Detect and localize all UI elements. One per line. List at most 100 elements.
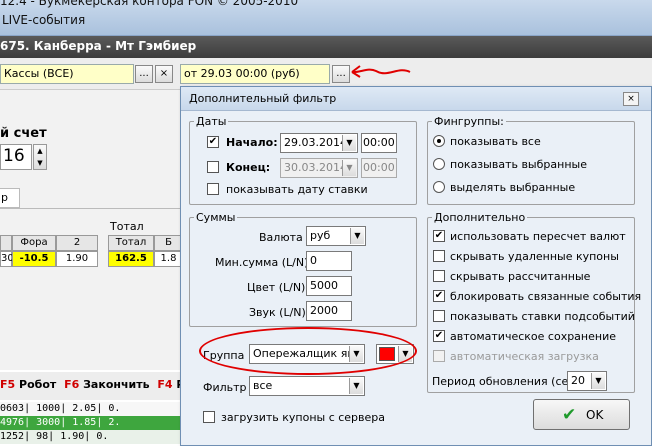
currency-value: руб xyxy=(310,229,331,242)
extra-checkbox-block-linked[interactable]: ✔ xyxy=(433,290,445,302)
min-sum-label: Мин.сумма (L/N) xyxy=(215,256,309,269)
extra-checkbox-hide-deleted[interactable] xyxy=(433,250,445,262)
dates-legend: Даты xyxy=(196,115,227,128)
start-date-value: 29.03.2014 xyxy=(284,136,347,149)
filter-value: все xyxy=(253,379,273,392)
grid-cell-odds[interactable]: 1.90 xyxy=(56,251,98,267)
start-date-field[interactable]: 29.03.2014 ▼ xyxy=(280,133,358,153)
fingroups-option-all: показывать все xyxy=(450,135,541,148)
extra-checkbox-autosave[interactable]: ✔ xyxy=(433,330,445,342)
end-date-field[interactable]: 30.03.2014 ▼ xyxy=(280,158,358,178)
ok-button[interactable]: ✔ OK xyxy=(533,399,630,430)
hotkey-f6-label[interactable]: Закончить xyxy=(83,378,149,391)
end-date-value: 30.03.2014 xyxy=(284,161,347,174)
sound-threshold-label: Звук (L/N) xyxy=(249,306,306,319)
extra-checkbox-currency-recalc[interactable]: ✔ xyxy=(433,230,445,242)
app-titlebar: 12.4 - Букмекерская контора FON © 2005-2… xyxy=(0,0,652,36)
fingroups-option-highlight: выделять выбранные xyxy=(450,181,576,194)
grid-cell[interactable]: 30 xyxy=(0,251,14,267)
extra-filter-dialog: Дополнительный фильтр × Даты ✔ Начало: 2… xyxy=(180,86,652,446)
start-date-checkbox[interactable]: ✔ xyxy=(207,136,219,148)
annotation-ellipse xyxy=(199,327,417,375)
hotkey-bar: F5 Робот F6 Закончить F4 Ра xyxy=(0,372,192,400)
account-value[interactable]: 16 xyxy=(0,144,32,170)
table-row[interactable]: 0603| 1000| 2.05| 0. xyxy=(0,402,183,416)
account-label: й счет xyxy=(0,126,47,141)
cashbox-clear-button[interactable]: × xyxy=(155,65,173,83)
extra-option-label: автоматическая загрузка xyxy=(450,350,599,363)
refresh-period-label: Период обновления (сек) xyxy=(432,375,580,388)
start-date-label: Начало: xyxy=(226,136,278,149)
grid-cell-total[interactable]: 162.5 xyxy=(108,251,154,267)
chevron-down-icon[interactable]: ▼ xyxy=(350,228,364,244)
hotkey-f5-label[interactable]: Робот xyxy=(19,378,56,391)
refresh-period-value: 20 xyxy=(571,374,585,387)
show-bet-date-checkbox[interactable] xyxy=(207,183,219,195)
bet-rows: 0603| 1000| 2.05| 0. 4976| 3000| 1.85| 2… xyxy=(0,402,183,446)
date-range-input[interactable]: от 29.03 00:00 (руб) xyxy=(180,64,330,84)
dialog-title: Дополнительный фильтр xyxy=(189,92,337,105)
extra-option-label: использовать пересчет валют xyxy=(450,230,626,243)
refresh-period-select[interactable]: 20 ▼ xyxy=(567,371,607,391)
cashbox-browse-button[interactable]: ... xyxy=(135,65,153,83)
extra-checkbox-show-subevents[interactable] xyxy=(433,310,445,322)
chevron-down-icon[interactable]: ▼ xyxy=(349,378,363,394)
currency-label: Валюта xyxy=(259,231,303,244)
event-header: 675. Канберра - Мт Гэмбиер xyxy=(0,36,652,58)
left-panel: й счет 16 ▲ ▼ р Тотал Фора 2 Тотал Б 30 -… xyxy=(0,90,183,370)
end-time-field[interactable]: 00:00 xyxy=(361,158,397,178)
extra-checkbox-hide-settled[interactable] xyxy=(433,270,445,282)
hotkey-f5[interactable]: F5 xyxy=(0,378,15,391)
hotkey-f6[interactable]: F6 xyxy=(64,378,79,391)
end-date-checkbox[interactable] xyxy=(207,161,219,173)
min-sum-input[interactable]: 0 xyxy=(306,251,352,271)
close-icon[interactable]: × xyxy=(623,92,639,106)
extra-checkbox-autoload[interactable] xyxy=(433,350,445,362)
extra-option-label: скрывать рассчитанные xyxy=(450,270,591,283)
grid-header-b: Б xyxy=(154,235,183,251)
grid-header-fora: Фора xyxy=(12,235,56,251)
chevron-down-icon[interactable]: ▼ xyxy=(342,160,356,176)
cashbox-input[interactable]: Кассы (ВСЕ) xyxy=(0,64,134,84)
show-bet-date-label: показывать дату ставки xyxy=(226,183,368,196)
end-date-label: Конец: xyxy=(226,161,271,174)
extra-option-label: скрывать удаленные купоны xyxy=(450,250,619,263)
grid-cell-fora[interactable]: -10.5 xyxy=(12,251,56,267)
tab-partial[interactable]: р xyxy=(0,188,20,208)
fingroups-option-selected: показывать выбранные xyxy=(450,158,587,171)
chevron-down-icon[interactable]: ▼ xyxy=(591,373,605,389)
table-row[interactable]: 4976| 3000| 1.85| 2. xyxy=(0,416,183,430)
color-threshold-label: Цвет (L/N) xyxy=(247,281,306,294)
grid-header-2: 2 xyxy=(56,235,98,251)
fingroups-radio-all[interactable] xyxy=(433,135,445,147)
extra-option-label: блокировать связанные события xyxy=(450,290,642,303)
load-from-server-checkbox[interactable] xyxy=(203,411,215,423)
app-subtitle: LIVE-события xyxy=(2,13,86,27)
currency-select[interactable]: руб ▼ xyxy=(306,226,366,246)
sums-legend: Суммы xyxy=(196,211,236,224)
chevron-down-icon[interactable]: ▼ xyxy=(342,135,356,151)
grid-header-total: Тотал xyxy=(108,235,154,251)
ok-label: OK xyxy=(586,408,604,422)
extra-legend: Дополнительно xyxy=(434,211,526,224)
filter-label: Фильтр xyxy=(203,381,247,394)
fingroups-radio-highlight[interactable] xyxy=(433,181,445,193)
annotation-arrow xyxy=(351,65,411,78)
filter-select[interactable]: все ▼ xyxy=(249,376,365,396)
hotkey-f4[interactable]: F4 xyxy=(157,378,172,391)
total-label: Тотал xyxy=(110,220,144,233)
fingroups-legend: Фингруппы: xyxy=(434,115,504,128)
sound-threshold-input[interactable]: 2000 xyxy=(306,301,352,321)
extra-option-label: показывать ставки подсобытий xyxy=(450,310,635,323)
table-row[interactable]: 1252| 98| 1.90| 0. xyxy=(0,430,183,444)
dialog-titlebar[interactable]: Дополнительный фильтр × xyxy=(181,87,651,111)
grid-cell-b[interactable]: 1.8 xyxy=(154,251,183,267)
checkmark-icon: ✔ xyxy=(562,405,577,425)
color-threshold-input[interactable]: 5000 xyxy=(306,276,352,296)
extra-option-label: автоматическое сохранение xyxy=(450,330,616,343)
fingroups-radio-selected[interactable] xyxy=(433,158,445,170)
account-spinner[interactable]: ▲ ▼ xyxy=(33,144,47,170)
load-from-server-label: загрузить купоны с сервера xyxy=(221,411,386,424)
app-title: 12.4 - Букмекерская контора FON © 2005-2… xyxy=(0,0,299,8)
start-time-field[interactable]: 00:00 xyxy=(361,133,397,153)
